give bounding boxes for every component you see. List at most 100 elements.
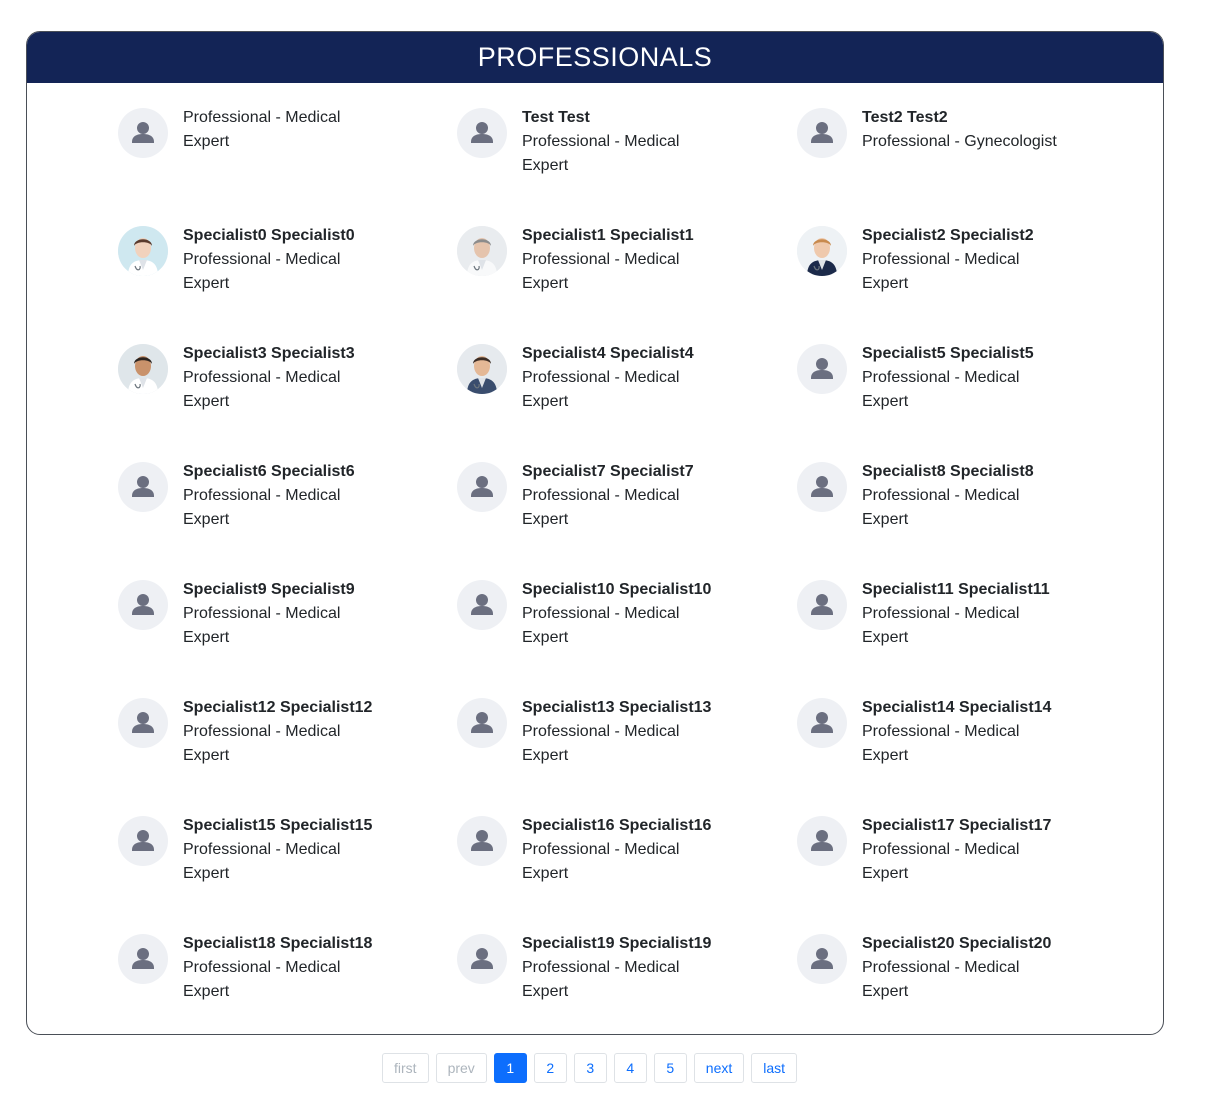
page-1-button[interactable]: 1 [493,1053,527,1083]
page-5-button[interactable]: 5 [653,1053,687,1083]
professional-specialty: Expert [522,629,569,646]
professional-specialty: Expert [183,511,230,528]
professional-name[interactable]: Specialist19 Specialist19 [522,932,777,956]
professional-specialty: Expert [183,865,230,882]
professional-name[interactable]: Specialist6 Specialist6 [183,460,438,484]
doctor-photo-avatar [457,226,507,276]
professional-card[interactable]: Specialist17 Specialist17 Professional - … [797,816,1117,896]
professional-role: Professional - Medical [183,723,341,740]
professional-name[interactable]: Specialist8 Specialist8 [862,460,1117,484]
professional-name[interactable]: Specialist18 Specialist18 [183,932,438,956]
professional-info: Test Test Professional - Medical Expert [522,106,777,178]
professional-card[interactable]: Specialist12 Specialist12 Professional - … [118,698,438,778]
professional-role: Professional - Medical [522,251,680,268]
professional-info: Specialist12 Specialist12 Professional - … [183,696,438,768]
professional-card[interactable]: Specialist5 Specialist5 Professional - Me… [797,344,1117,424]
professional-name[interactable]: Specialist12 Specialist12 [183,696,438,720]
professional-specialty: Expert [862,865,909,882]
professional-card[interactable]: Specialist14 Specialist14 Professional - … [797,698,1117,778]
professional-card[interactable]: Specialist16 Specialist16 Professional - … [457,816,777,896]
professional-role: Professional - Medical [522,841,680,858]
professional-info: Specialist5 Specialist5 Professional - Me… [862,342,1117,414]
professional-card[interactable]: Specialist19 Specialist19 Professional - … [457,934,777,1014]
professional-specialty: Expert [862,983,909,1000]
professional-card[interactable]: Specialist11 Specialist11 Professional - … [797,580,1117,660]
last-page-button[interactable]: last [751,1053,798,1083]
professional-info: Specialist9 Specialist9 Professional - Me… [183,578,438,650]
professional-card[interactable]: Specialist6 Specialist6 Professional - Me… [118,462,438,542]
professional-card[interactable]: Specialist3 Specialist3 Professional - Me… [118,344,438,424]
user-placeholder-icon [118,698,168,748]
professional-specialty: Expert [862,393,909,410]
professional-name[interactable]: Specialist4 Specialist4 [522,342,777,366]
professional-role: Professional - Medical [522,605,680,622]
professional-specialty: Expert [183,133,230,150]
professional-name[interactable]: Specialist17 Specialist17 [862,814,1117,838]
professional-role: Professional - Medical [183,109,341,126]
user-placeholder-icon [797,934,847,984]
professional-role: Professional - Medical [862,959,1020,976]
professional-specialty: Expert [183,393,230,410]
professional-info: Test2 Test2 Professional - Gynecologist [862,106,1117,154]
prev-page-button[interactable]: prev [435,1053,487,1083]
page-4-button[interactable]: 4 [613,1053,647,1083]
doctor-photo-avatar [118,226,168,276]
professional-name[interactable]: Specialist0 Specialist0 [183,224,438,248]
professional-name[interactable]: Test Test [522,106,777,130]
professional-role: Professional - Medical [522,959,680,976]
professional-card[interactable]: Specialist13 Specialist13 Professional - … [457,698,777,778]
professional-card[interactable]: Specialist4 Specialist4 Professional - Me… [457,344,777,424]
professional-card[interactable]: Specialist8 Specialist8 Professional - Me… [797,462,1117,542]
professional-card[interactable]: Professional - Medical Expert [118,108,438,188]
user-placeholder-icon [118,580,168,630]
professional-name[interactable]: Specialist20 Specialist20 [862,932,1117,956]
professional-info: Specialist14 Specialist14 Professional - … [862,696,1117,768]
next-page-button[interactable]: next [693,1053,745,1083]
user-placeholder-icon [797,816,847,866]
professional-role: Professional - Medical [183,841,341,858]
professional-card[interactable]: Specialist0 Specialist0 Professional - Me… [118,226,438,306]
professional-role: Professional - Medical [862,251,1020,268]
professional-role: Professional - Medical [522,723,680,740]
professional-info: Specialist17 Specialist17 Professional - … [862,814,1117,886]
professional-name[interactable]: Specialist7 Specialist7 [522,460,777,484]
user-placeholder-icon [118,934,168,984]
professional-name[interactable]: Specialist2 Specialist2 [862,224,1117,248]
professional-card[interactable]: Specialist15 Specialist15 Professional - … [118,816,438,896]
professional-name[interactable]: Specialist11 Specialist11 [862,578,1117,602]
pagination: first prev 1 2 3 4 5 next last [382,1053,798,1083]
professional-card[interactable]: Test2 Test2 Professional - Gynecologist [797,108,1117,188]
professional-name[interactable]: Specialist16 Specialist16 [522,814,777,838]
user-placeholder-icon [457,108,507,158]
professional-card[interactable]: Test Test Professional - Medical Expert [457,108,777,188]
professional-role: Professional - Medical [862,369,1020,386]
user-placeholder-icon [797,462,847,512]
professional-name[interactable]: Specialist9 Specialist9 [183,578,438,602]
professional-name[interactable]: Specialist15 Specialist15 [183,814,438,838]
professional-card[interactable]: Specialist20 Specialist20 Professional - … [797,934,1117,1014]
professional-name[interactable]: Specialist10 Specialist10 [522,578,777,602]
first-page-button[interactable]: first [382,1053,429,1083]
professional-specialty: Expert [183,747,230,764]
professional-name[interactable]: Specialist3 Specialist3 [183,342,438,366]
page-2-button[interactable]: 2 [533,1053,567,1083]
professional-name[interactable]: Specialist13 Specialist13 [522,696,777,720]
professional-card[interactable]: Specialist18 Specialist18 Professional - … [118,934,438,1014]
professional-specialty: Expert [862,511,909,528]
professional-card[interactable]: Specialist7 Specialist7 Professional - Me… [457,462,777,542]
professional-name[interactable]: Test2 Test2 [862,106,1117,130]
professional-card[interactable]: Specialist1 Specialist1 Professional - Me… [457,226,777,306]
professional-name[interactable]: Specialist5 Specialist5 [862,342,1117,366]
professional-info: Specialist6 Specialist6 Professional - Me… [183,460,438,532]
professional-card[interactable]: Specialist2 Specialist2 Professional - Me… [797,226,1117,306]
professional-specialty: Expert [522,393,569,410]
professional-name[interactable]: Specialist14 Specialist14 [862,696,1117,720]
professional-name[interactable]: Specialist1 Specialist1 [522,224,777,248]
professional-info: Specialist10 Specialist10 Professional - … [522,578,777,650]
professional-specialty: Expert [522,275,569,292]
professional-role: Professional - Medical [862,723,1020,740]
professional-role: Professional - Medical [522,369,680,386]
professional-card[interactable]: Specialist9 Specialist9 Professional - Me… [118,580,438,660]
page-3-button[interactable]: 3 [573,1053,607,1083]
professional-card[interactable]: Specialist10 Specialist10 Professional - … [457,580,777,660]
